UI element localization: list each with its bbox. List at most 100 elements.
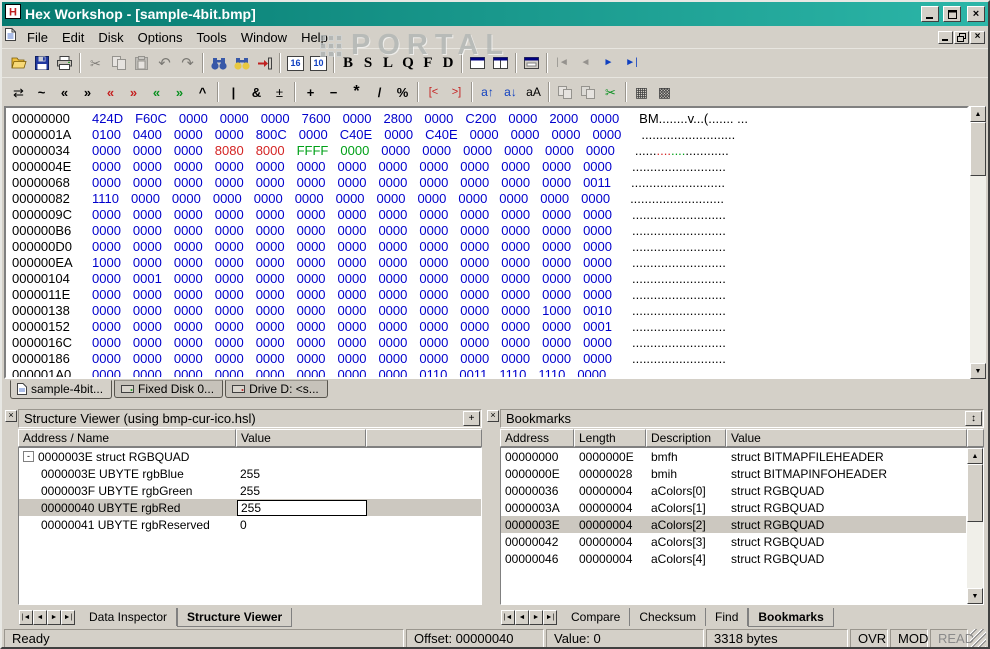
open-file-button[interactable] xyxy=(7,52,30,74)
hex-byte-group[interactable]: 0000 xyxy=(174,175,203,191)
hex-byte-group[interactable]: 0000 xyxy=(256,367,285,379)
tab-fixed-disk[interactable]: Fixed Disk 0... xyxy=(114,380,223,398)
scroll-up-icon[interactable]: ▲ xyxy=(967,448,983,464)
hex-byte-group[interactable]: 0000 xyxy=(583,351,612,367)
hex-byte-group[interactable]: 1110 xyxy=(538,367,565,379)
menu-disk[interactable]: Disk xyxy=(91,28,130,47)
bookmark-row[interactable]: 000000000000000Ebmfhstruct BITMAPFILEHEA… xyxy=(501,448,966,465)
lower-bound-icon[interactable]: [< xyxy=(422,81,445,103)
hex-byte-group[interactable]: 0000 xyxy=(583,271,612,287)
hex-byte-group[interactable]: 0000 xyxy=(297,335,326,351)
hex-byte-group[interactable]: 0000 xyxy=(256,319,285,335)
hex-row[interactable]: 0000011E00000000000000000000000000000000… xyxy=(12,287,967,303)
hex-byte-group[interactable]: C40E xyxy=(425,127,458,143)
hex-byte-group[interactable]: 0000 xyxy=(419,175,448,191)
nav-forward-icon[interactable]: ► xyxy=(597,52,620,74)
hex-byte-group[interactable]: C200 xyxy=(465,111,496,127)
hex-ascii[interactable]: .......................... xyxy=(632,239,726,254)
hex-byte-group[interactable]: 0000 xyxy=(174,335,203,351)
structure-row[interactable]: 00000041 UBYTE rgbReserved0 xyxy=(19,516,481,533)
hex-byte-group[interactable]: 0000 xyxy=(297,159,326,175)
column-description[interactable]: Description xyxy=(646,429,726,447)
hex-byte-group[interactable]: 0000 xyxy=(256,223,285,239)
hex-byte-group[interactable]: 0000 xyxy=(384,127,413,143)
hex-byte-group[interactable]: 0000 xyxy=(297,239,326,255)
hex-row[interactable]: 000001A000000000000000000000000000000000… xyxy=(12,367,967,379)
title-bar[interactable]: H Hex Workshop - [sample-4bit.bmp] × xyxy=(2,2,988,26)
hex-byte-group[interactable]: 0000 xyxy=(378,271,407,287)
hex-byte-group[interactable]: 0000 xyxy=(92,303,121,319)
add-structure-icon[interactable]: + xyxy=(463,411,480,426)
xor-icon[interactable]: ^ xyxy=(191,81,214,103)
hex-byte-group[interactable]: 0000 xyxy=(470,127,499,143)
hex-byte-group[interactable]: 0000 xyxy=(256,175,285,191)
hex-byte-group[interactable]: 0000 xyxy=(419,351,448,367)
hex-byte-group[interactable]: 0000 xyxy=(92,335,121,351)
bookmark-row[interactable]: 0000000E00000028bmihstruct BITMAPINFOHEA… xyxy=(501,465,966,482)
scrollbar-track[interactable] xyxy=(970,176,986,363)
hex-byte-group[interactable]: 0000 xyxy=(583,223,612,239)
hex-byte-group[interactable]: 0000 xyxy=(174,303,203,319)
hex-ascii[interactable]: .......................... xyxy=(632,287,726,302)
structure-row[interactable]: 0000003F UBYTE rgbGreen255 xyxy=(19,482,481,499)
hex-ascii[interactable]: .......................... xyxy=(632,271,726,286)
mdi-minimize-button[interactable] xyxy=(938,31,953,44)
block-copy-icon[interactable] xyxy=(553,81,576,103)
undo-icon[interactable]: ↶ xyxy=(153,52,176,74)
hex-ascii[interactable]: .......................... xyxy=(632,223,726,238)
hex-byte-group[interactable]: 0100 xyxy=(92,127,121,143)
hex-byte-group[interactable]: 0000 xyxy=(215,335,244,351)
nav-last-icon[interactable]: ►| xyxy=(620,52,643,74)
tab-drive-d[interactable]: Drive D: <s... xyxy=(225,380,328,398)
maximize-button[interactable] xyxy=(943,6,961,22)
hex-ascii[interactable]: .......................... xyxy=(632,207,726,222)
column-value[interactable]: Value xyxy=(236,429,366,447)
bookmark-row[interactable]: 0000003600000004aColors[0]struct RGBQUAD xyxy=(501,482,966,499)
and-icon[interactable]: & xyxy=(245,81,268,103)
hex-byte-group[interactable]: 0000 xyxy=(504,143,533,159)
hex-byte-group[interactable]: 0000 xyxy=(419,207,448,223)
hex-byte-group[interactable]: 2000 xyxy=(549,111,578,127)
hex-byte-group[interactable]: 0000 xyxy=(297,223,326,239)
hex-byte-group[interactable]: 0000 xyxy=(460,175,489,191)
hex-byte-group[interactable]: 0000 xyxy=(133,175,162,191)
hex-byte-group[interactable]: 0000 xyxy=(92,159,121,175)
hex-byte-group[interactable]: 0000 xyxy=(378,223,407,239)
scrollbar-track[interactable] xyxy=(967,522,983,588)
hex-byte-group[interactable]: 7600 xyxy=(302,111,331,127)
hex-byte-group[interactable]: 0000 xyxy=(581,191,610,207)
hex-byte-group[interactable]: F60C xyxy=(135,111,167,127)
hex-byte-group[interactable]: 0000 xyxy=(174,127,203,143)
hex-byte-group[interactable]: 0000 xyxy=(542,351,571,367)
hex-byte-group[interactable]: 0400 xyxy=(133,127,162,143)
hex-byte-group[interactable]: 0000 xyxy=(419,255,448,271)
or-icon[interactable]: | xyxy=(222,81,245,103)
hex-row[interactable]: 000000EA10000000000000000000000000000000… xyxy=(12,255,967,271)
hex-byte-group[interactable]: 0000 xyxy=(545,143,574,159)
split-window-icon[interactable] xyxy=(489,52,512,74)
hex-byte-group[interactable]: C40E xyxy=(340,127,373,143)
hex-byte-group[interactable]: 0000 xyxy=(133,287,162,303)
hex-byte-group[interactable]: 0000 xyxy=(501,319,530,335)
hex-byte-group[interactable]: 0000 xyxy=(378,255,407,271)
hex-byte-group[interactable]: 0000 xyxy=(377,191,406,207)
value-edit-field[interactable]: 255 xyxy=(237,500,367,516)
hex-byte-group[interactable]: 0000 xyxy=(460,335,489,351)
hex-row[interactable]: 0000001A0100040000000000800C0000C40E0000… xyxy=(12,127,967,143)
scrollbar-thumb[interactable] xyxy=(970,122,986,176)
bookmark-row[interactable]: 0000004600000004aColors[4]struct RGBQUAD xyxy=(501,550,966,567)
hex-byte-group[interactable]: 0000 xyxy=(297,175,326,191)
hex-editor[interactable]: 00000000424DF60C000000000000760000002800… xyxy=(4,106,969,379)
hex-byte-group[interactable]: 0011 xyxy=(583,175,611,191)
hex-byte-group[interactable]: 0000 xyxy=(460,303,489,319)
hex-ascii[interactable]: .......................... xyxy=(635,143,729,158)
hex-byte-group[interactable]: 0000 xyxy=(338,367,367,379)
hex-ascii[interactable]: .......................... xyxy=(632,255,726,270)
hex-byte-group[interactable]: 0000 xyxy=(501,175,530,191)
hex-byte-group[interactable]: 0000 xyxy=(215,367,244,379)
hex-byte-group[interactable]: 0000 xyxy=(501,207,530,223)
base-dec-button[interactable]: 10 xyxy=(307,52,330,74)
hex-byte-group[interactable]: 0000 xyxy=(338,207,367,223)
hex-byte-group[interactable]: 0000 xyxy=(542,255,571,271)
rotate-left-icon[interactable]: « xyxy=(99,81,122,103)
